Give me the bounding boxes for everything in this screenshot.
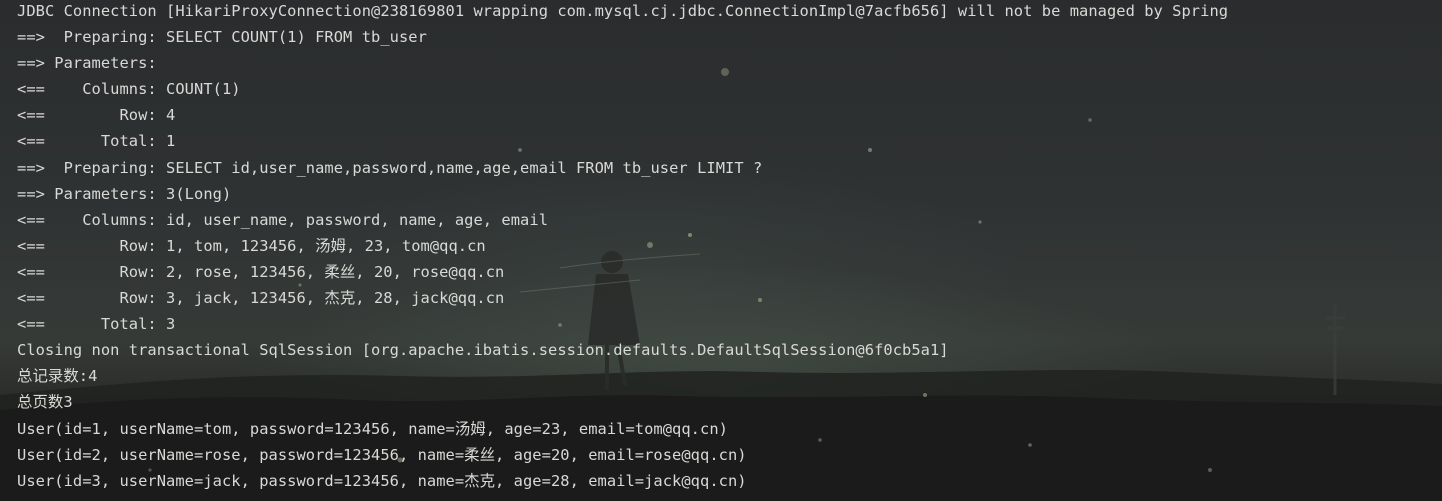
console-line-total-pages[interactable]: 总页数3 bbox=[17, 391, 1228, 417]
console-line-total-1[interactable]: <== Total: 1 bbox=[17, 130, 1228, 156]
console-line-row-3[interactable]: <== Row: 3, jack, 123456, 杰克, 28, jack@q… bbox=[17, 287, 1228, 313]
console-line-row-2[interactable]: <== Row: 2, rose, 123456, 柔丝, 20, rose@q… bbox=[17, 261, 1228, 287]
console-line-total-records[interactable]: 总记录数:4 bbox=[17, 365, 1228, 391]
console-line-jdbc-connection[interactable]: JDBC Connection [HikariProxyConnection@2… bbox=[17, 0, 1228, 26]
console-line-closing-session[interactable]: Closing non transactional SqlSession [or… bbox=[17, 339, 1228, 365]
console-line-parameters-limit[interactable]: ==> Parameters: 3(Long) bbox=[17, 183, 1228, 209]
console-line-user-2[interactable]: User(id=2, userName=rose, password=12345… bbox=[17, 444, 1228, 470]
console-line-user-1[interactable]: User(id=1, userName=tom, password=123456… bbox=[17, 418, 1228, 444]
console-line-preparing-select[interactable]: ==> Preparing: SELECT id,user_name,passw… bbox=[17, 157, 1228, 183]
console-line-parameters-empty[interactable]: ==> Parameters: bbox=[17, 52, 1228, 78]
console-line-row-count[interactable]: <== Row: 4 bbox=[17, 104, 1228, 130]
console-line-total-3[interactable]: <== Total: 3 bbox=[17, 313, 1228, 339]
console-line-columns-user[interactable]: <== Columns: id, user_name, password, na… bbox=[17, 209, 1228, 235]
console-line-preparing-count[interactable]: ==> Preparing: SELECT COUNT(1) FROM tb_u… bbox=[17, 26, 1228, 52]
console-line-row-1[interactable]: <== Row: 1, tom, 123456, 汤姆, 23, tom@qq.… bbox=[17, 235, 1228, 261]
console-line-user-3[interactable]: User(id=3, userName=jack, password=12345… bbox=[17, 470, 1228, 496]
console-output-panel[interactable]: JDBC Connection [HikariProxyConnection@2… bbox=[0, 0, 1442, 501]
console-lines: JDBC Connection [HikariProxyConnection@2… bbox=[17, 0, 1228, 496]
console-line-columns-count[interactable]: <== Columns: COUNT(1) bbox=[17, 78, 1228, 104]
